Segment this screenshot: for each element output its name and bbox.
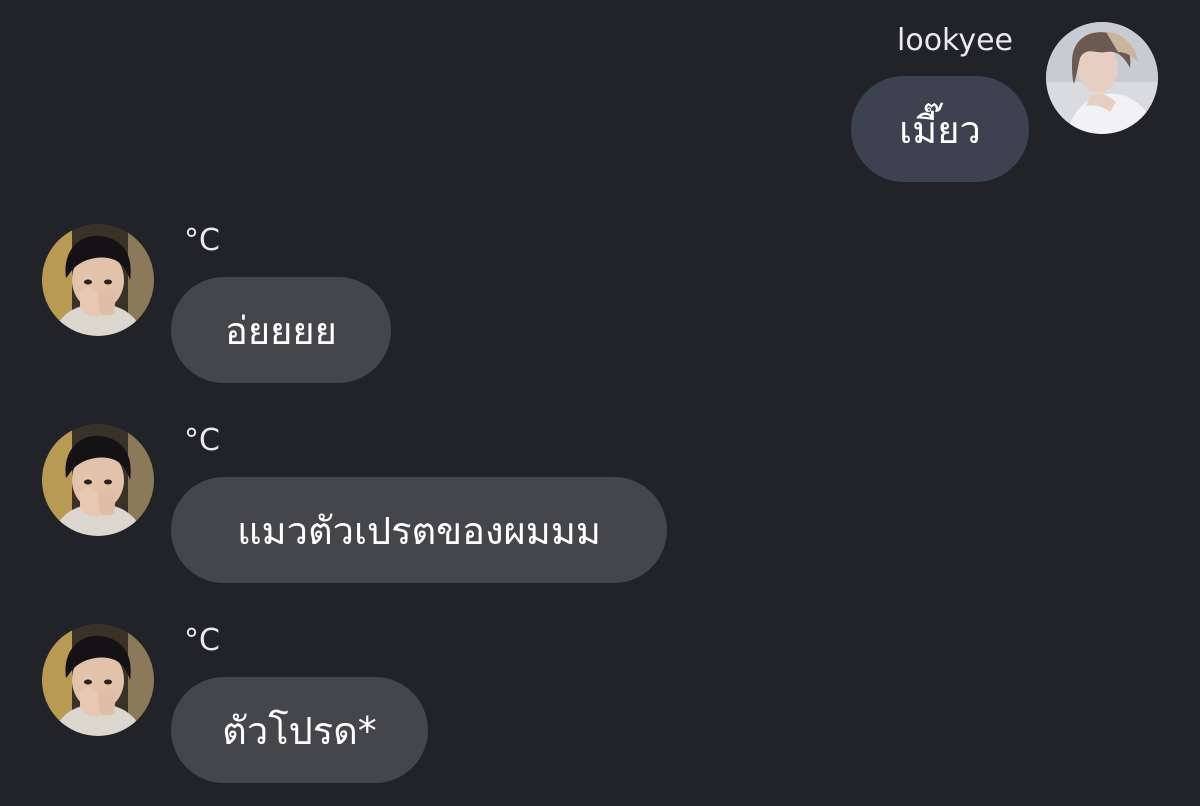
message-bubble[interactable]: เมี๊ยว: [851, 76, 1029, 182]
avatar-photo-icon: [42, 424, 154, 536]
avatar-photo-icon: [42, 224, 154, 336]
message-text: อ่ยยยย: [225, 308, 337, 353]
message-bubble[interactable]: อ่ยยยย: [171, 277, 391, 383]
sender-name: °C: [184, 423, 220, 458]
sender-name: lookyee: [897, 23, 1014, 58]
message-text: เมี๊ยว: [899, 107, 981, 152]
sender-name: °C: [184, 623, 220, 658]
sender-name: °C: [184, 223, 220, 258]
avatar[interactable]: [42, 224, 154, 336]
avatar-photo-icon: [1046, 22, 1158, 134]
message-bubble[interactable]: ตัวโปรด*: [171, 677, 428, 783]
message-text: แมวตัวเปรตของผมมม: [237, 508, 601, 553]
avatar[interactable]: [42, 424, 154, 536]
message-text: ตัวโปรด*: [222, 708, 377, 753]
avatar-photo-icon: [42, 624, 154, 736]
message-bubble[interactable]: แมวตัวเปรตของผมมม: [171, 477, 667, 583]
avatar[interactable]: [42, 624, 154, 736]
avatar[interactable]: [1046, 22, 1158, 134]
